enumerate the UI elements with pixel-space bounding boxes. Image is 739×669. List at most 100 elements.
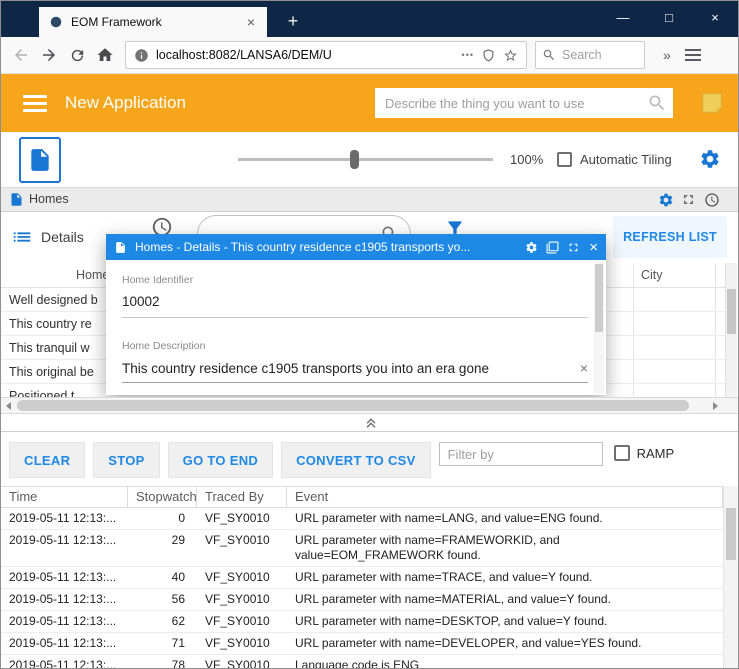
browser-navbar: localhost:8082/LANSA6/DEM/U ••• » xyxy=(1,37,738,74)
refresh-list-button[interactable]: REFRESH LIST xyxy=(613,216,727,258)
notes-icon[interactable] xyxy=(698,89,726,117)
browser-menu-icon[interactable] xyxy=(685,46,701,64)
browser-titlebar: EOM Framework × + — □ × xyxy=(1,1,738,37)
details-tab[interactable]: Details xyxy=(41,212,84,262)
app-header: New Application xyxy=(1,74,738,132)
page-actions-icon[interactable]: ••• xyxy=(462,50,474,60)
details-dialog: Homes - Details - This country residence… xyxy=(106,234,606,395)
zoom-slider-thumb[interactable] xyxy=(350,150,359,169)
log-row[interactable]: 2019-05-11 12:13:...0VF_SY0010URL parame… xyxy=(1,508,723,530)
log-col-traced-by[interactable]: Traced By xyxy=(197,487,287,507)
grid-vertical-scrollbar[interactable] xyxy=(725,263,737,397)
search-icon xyxy=(542,48,556,62)
automatic-tiling-label: Automatic Tiling xyxy=(580,132,672,187)
dialog-close-icon[interactable]: × xyxy=(589,240,598,255)
panel-expand-icon[interactable] xyxy=(681,192,697,208)
log-header: Time Stopwatch Traced By Event xyxy=(1,486,723,508)
log-row[interactable]: 2019-05-11 12:13:...40VF_SY0010URL param… xyxy=(1,567,723,589)
site-info-icon[interactable] xyxy=(134,48,149,63)
window-controls: — □ × xyxy=(600,1,738,37)
tab-close-icon[interactable]: × xyxy=(243,14,259,30)
minimize-button[interactable]: — xyxy=(600,1,646,37)
dialog-scrollbar[interactable] xyxy=(594,262,604,393)
ramp-checkbox[interactable] xyxy=(614,445,630,461)
app-search-icon[interactable] xyxy=(647,93,667,113)
bookmark-star-icon[interactable] xyxy=(503,48,518,63)
new-tab-button[interactable]: + xyxy=(279,7,307,37)
app-search-input[interactable] xyxy=(375,88,673,118)
zoom-slider-track[interactable] xyxy=(238,158,493,161)
app-title: New Application xyxy=(65,74,186,132)
dialog-gear-icon[interactable] xyxy=(525,241,538,254)
scroll-left-icon[interactable] xyxy=(4,401,14,411)
document-view-button[interactable] xyxy=(19,137,61,183)
dialog-body: Home Identifier 10002 Home Description T… xyxy=(106,260,606,395)
log-row[interactable]: 2019-05-11 12:13:...71VF_SY0010URL param… xyxy=(1,633,723,655)
home-description-label: Home Description xyxy=(122,340,606,352)
app-menu-icon[interactable] xyxy=(23,95,47,116)
browser-search-bar[interactable] xyxy=(535,41,645,69)
close-button[interactable]: × xyxy=(692,1,738,37)
panel-gear-icon[interactable] xyxy=(658,192,674,208)
settings-gear-icon[interactable] xyxy=(699,148,721,170)
refresh-icon[interactable] xyxy=(63,41,91,69)
dialog-restore-icon[interactable] xyxy=(546,241,559,254)
homes-panel-title: Homes xyxy=(29,188,69,211)
app-search-box[interactable] xyxy=(375,88,673,118)
field-underline xyxy=(122,317,588,318)
panel-history-icon[interactable] xyxy=(704,192,720,208)
homes-doc-icon xyxy=(9,192,24,207)
details-tab-icon xyxy=(11,226,33,248)
scrollbar-thumb[interactable] xyxy=(727,289,736,334)
grid-col-city[interactable]: City xyxy=(641,263,663,288)
go-to-end-button[interactable]: GO TO END xyxy=(168,442,273,478)
home-identifier-label: Home Identifier xyxy=(122,274,606,286)
collapse-chevrons-icon[interactable] xyxy=(362,413,380,431)
log-col-stopwatch[interactable]: Stopwatch xyxy=(128,487,197,507)
log-col-time[interactable]: Time xyxy=(1,487,128,507)
url-bar[interactable]: localhost:8082/LANSA6/DEM/U ••• xyxy=(125,41,527,69)
tiling-toolbar: 100% Automatic Tiling xyxy=(1,132,738,187)
trace-panel: CLEAR STOP GO TO END CONVERT TO CSV RAMP… xyxy=(1,431,738,669)
homes-panel-header: Homes xyxy=(1,187,738,212)
convert-to-csv-button[interactable]: CONVERT TO CSV xyxy=(281,442,431,478)
scrollbar-thumb[interactable] xyxy=(595,264,603,332)
automatic-tiling-checkbox[interactable] xyxy=(557,152,572,167)
browser-search-input[interactable] xyxy=(562,48,632,62)
dialog-doc-icon xyxy=(114,241,127,254)
log-row[interactable]: 2019-05-11 12:13:...62VF_SY0010URL param… xyxy=(1,611,723,633)
dialog-titlebar[interactable]: Homes - Details - This country residence… xyxy=(106,234,606,260)
scrollbar-thumb[interactable] xyxy=(17,400,689,411)
clear-field-icon[interactable]: × xyxy=(574,360,588,376)
log-rows: 2019-05-11 12:13:...0VF_SY0010URL parame… xyxy=(1,508,723,669)
home-identifier-value[interactable]: 10002 xyxy=(122,294,606,309)
tab-favicon-icon xyxy=(49,15,63,29)
dialog-title: Homes - Details - This country residence… xyxy=(135,240,517,254)
forward-icon[interactable] xyxy=(35,41,63,69)
log-col-event[interactable]: Event xyxy=(287,487,723,507)
field-underline xyxy=(122,382,588,383)
homes-content: Details REFRESH LIST Home Description Ci… xyxy=(1,212,738,397)
zoom-value: 100% xyxy=(510,132,543,187)
scroll-right-icon[interactable] xyxy=(710,401,720,411)
back-icon[interactable] xyxy=(7,41,35,69)
tracking-shield-icon[interactable] xyxy=(481,48,496,63)
trace-actions: CLEAR STOP GO TO END CONVERT TO CSV RAMP xyxy=(9,442,674,478)
stop-button[interactable]: STOP xyxy=(93,442,159,478)
home-description-input[interactable]: This country residence c1905 transports … xyxy=(122,361,574,376)
browser-tab[interactable]: EOM Framework × xyxy=(39,7,267,37)
dialog-maximize-icon[interactable] xyxy=(567,241,580,254)
log-vertical-scrollbar[interactable] xyxy=(723,486,738,669)
url-text[interactable]: localhost:8082/LANSA6/DEM/U xyxy=(156,48,455,62)
log-row[interactable]: 2019-05-11 12:13:...29VF_SY0010URL param… xyxy=(1,530,723,567)
maximize-button[interactable]: □ xyxy=(646,1,692,37)
scrollbar-thumb[interactable] xyxy=(726,508,736,560)
panel-splitter xyxy=(1,414,738,431)
home-icon[interactable] xyxy=(91,41,119,69)
clear-button[interactable]: CLEAR xyxy=(9,442,85,478)
filter-input[interactable] xyxy=(439,442,603,466)
log-row[interactable]: 2019-05-11 12:13:...56VF_SY0010URL param… xyxy=(1,589,723,611)
log-row[interactable]: 2019-05-11 12:13:...78VF_SY0010Language … xyxy=(1,655,723,669)
overflow-chevrons-icon[interactable]: » xyxy=(663,47,671,63)
horizontal-scrollbar[interactable] xyxy=(1,397,738,414)
